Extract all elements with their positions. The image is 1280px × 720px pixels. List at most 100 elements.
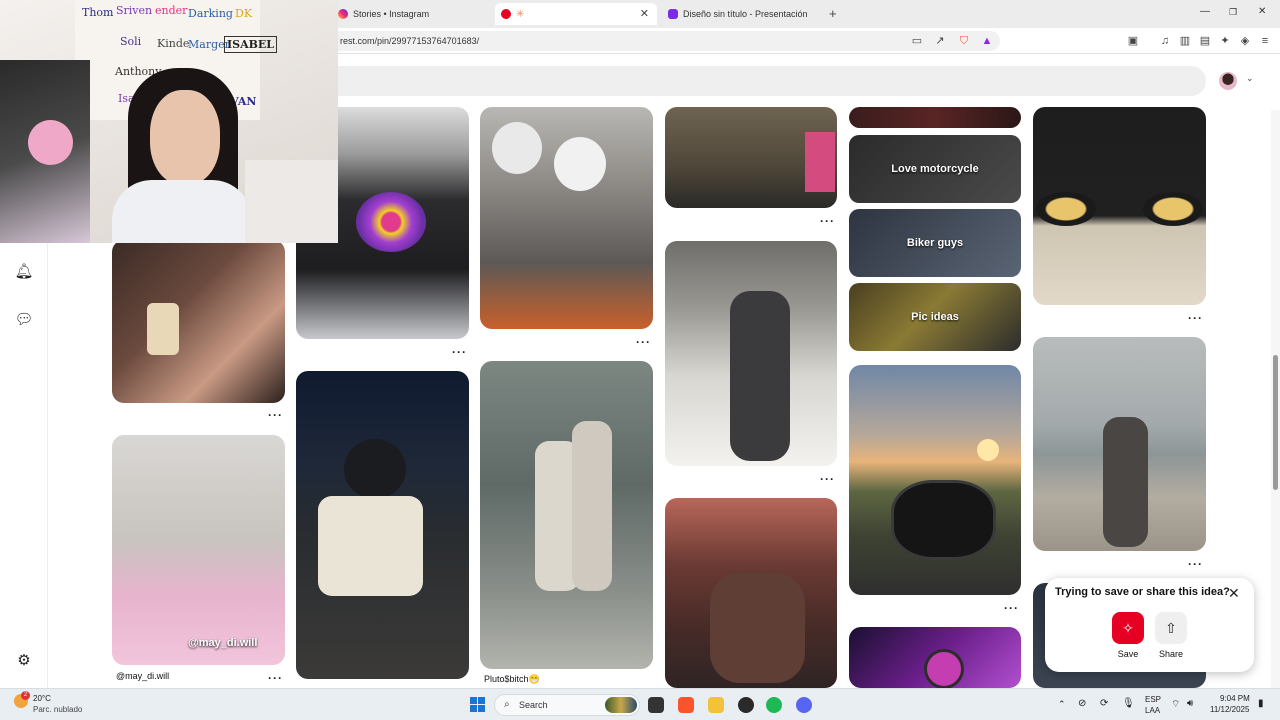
pin-snow-couple[interactable] xyxy=(665,241,837,466)
discord-icon[interactable] xyxy=(796,697,812,713)
close-icon[interactable]: ✕ xyxy=(1228,585,1240,602)
pin-helmet-selfie[interactable] xyxy=(480,107,653,329)
pin-more-button[interactable]: ··· xyxy=(1188,557,1203,571)
bed-shape xyxy=(245,160,338,243)
reader-mode-icon[interactable]: ▣ xyxy=(1126,34,1140,48)
pin-more-button[interactable]: ··· xyxy=(1188,311,1203,325)
close-tab-icon[interactable]: ✕ xyxy=(640,7,649,20)
messages-icon[interactable]: 💬︎ xyxy=(14,310,34,330)
weather-desc[interactable]: Parc. nublado xyxy=(33,705,82,714)
leo-ai-icon[interactable]: ✦ xyxy=(1218,34,1232,48)
wall-name: Thom xyxy=(82,6,114,19)
pin-icon: ✧ xyxy=(1122,619,1134,636)
wall-name: Sriven xyxy=(116,4,153,17)
notification-center-icon[interactable]: ▮ xyxy=(1258,698,1264,709)
pin-more-button[interactable]: ··· xyxy=(1004,601,1019,615)
media-icon[interactable]: ♫ xyxy=(1158,34,1172,48)
shirt-shape xyxy=(112,180,252,243)
url-text: rest.com/pin/299771537647016​83/ xyxy=(340,36,480,46)
avatar[interactable] xyxy=(1219,72,1237,90)
network-off-icon[interactable]: ⊘ xyxy=(1078,698,1086,709)
pin-overlay-text: @may_di.will xyxy=(188,637,258,649)
tray-overflow-icon[interactable]: ⌃ xyxy=(1058,699,1066,710)
pin-caption: @may_di.will xyxy=(116,671,170,681)
pin-pink-pajamas[interactable]: @may_di.will xyxy=(112,435,285,665)
clock-date[interactable]: 11/12/2025 xyxy=(1210,705,1249,714)
search-highlight-icon xyxy=(605,697,637,713)
brave-icon[interactable] xyxy=(678,697,694,713)
helmet-shape xyxy=(344,439,406,499)
pin-couple-mirror[interactable] xyxy=(112,240,285,403)
tab-presentacion[interactable]: Diseño sin título - Presentación xyxy=(662,3,822,25)
scrollbar-thumb[interactable] xyxy=(1273,355,1278,490)
pin-couple-mirror-dress[interactable] xyxy=(480,361,653,669)
language-bottom[interactable]: LAA xyxy=(1145,706,1160,715)
pin-neon-helmet[interactable] xyxy=(849,627,1021,688)
minimize-button[interactable]: — xyxy=(1200,6,1210,17)
board-love-motorcycle[interactable]: Love motorcycle xyxy=(849,135,1021,203)
settings-icon[interactable]: ⚙ xyxy=(14,651,34,671)
brave-rewards-icon[interactable]: ▲ xyxy=(980,34,994,48)
wall-name: ISABEL xyxy=(224,36,278,53)
pin-guy-bowls[interactable] xyxy=(1033,107,1206,305)
brave-shield-icon[interactable]: ⛉ xyxy=(957,34,971,48)
obs-icon[interactable] xyxy=(738,697,754,713)
task-view-icon[interactable] xyxy=(648,697,664,713)
volume-icon[interactable]: 🔊︎ xyxy=(1187,698,1193,709)
board-biker-guys[interactable]: Biker guys xyxy=(849,209,1021,277)
share-button[interactable]: ⇧ xyxy=(1155,612,1187,644)
search-input[interactable] xyxy=(300,66,1206,96)
pin-more-button[interactable]: ··· xyxy=(452,345,467,359)
save-share-popup: Trying to save or share this idea? ✕ ✧ ⇧… xyxy=(1045,578,1254,672)
taskbar-search[interactable]: ⌕ Search xyxy=(494,694,640,716)
pin-mavi-helmet[interactable] xyxy=(296,371,469,679)
scrollbar[interactable] xyxy=(1271,110,1280,688)
tab-title: Stories • Instagram xyxy=(353,9,430,19)
board-pic-ideas[interactable]: Pic ideas xyxy=(849,283,1021,351)
search-label: Search xyxy=(519,700,548,710)
spotify-icon[interactable] xyxy=(766,697,782,713)
language-top[interactable]: ESP xyxy=(1145,695,1161,704)
pin-sunset-mirror[interactable] xyxy=(849,365,1021,595)
pin-caption: Pluto$bitch😁 xyxy=(484,674,540,684)
sync-icon[interactable]: ⟳ xyxy=(1100,698,1108,709)
board-label: Pic ideas xyxy=(911,311,959,323)
cast-icon[interactable]: ▭ xyxy=(910,34,924,48)
wallet-icon[interactable]: ▤ xyxy=(1198,34,1212,48)
pin-couple-street[interactable] xyxy=(665,107,837,208)
pin-motorcycle-top[interactable] xyxy=(849,107,1021,128)
pin-more-button[interactable]: ··· xyxy=(636,335,651,349)
tab-pinterest[interactable]: ✳ ✕ xyxy=(495,3,657,25)
sidebar-icon[interactable]: ▥ xyxy=(1178,34,1192,48)
tab-instagram[interactable]: Stories • Instagram xyxy=(332,3,487,25)
pin-couple-kiss[interactable] xyxy=(665,498,837,688)
pin-more-button[interactable]: ··· xyxy=(268,671,283,685)
windows-start-icon[interactable] xyxy=(470,697,485,712)
clock-time[interactable]: 9:04 PM xyxy=(1220,694,1250,703)
file-explorer-icon[interactable] xyxy=(708,697,724,713)
popup-title: Trying to save or share this idea? xyxy=(1055,586,1230,598)
weather-temp[interactable]: 20°C xyxy=(33,694,51,703)
wifi-icon[interactable]: ⌔ xyxy=(1171,698,1180,711)
menu-icon[interactable]: ≡ xyxy=(1258,34,1272,48)
bowl-shape xyxy=(1036,192,1096,226)
url-field[interactable]: rest.com/pin/299771537647016​83/ xyxy=(300,31,1000,51)
weather-badge: 2 xyxy=(21,691,30,700)
save-button[interactable]: ✧ xyxy=(1112,612,1144,644)
pin-more-button[interactable]: ··· xyxy=(820,472,835,486)
chevron-down-icon[interactable]: ⌄ xyxy=(1246,73,1254,84)
vpn-icon[interactable]: ◈ xyxy=(1238,34,1252,48)
new-tab-button[interactable]: + xyxy=(829,6,837,21)
pin-more-button[interactable]: ··· xyxy=(268,408,283,422)
microphone-icon[interactable]: 🎙︎ xyxy=(1122,698,1135,709)
pin-beach-couple[interactable] xyxy=(1033,337,1206,551)
notifications-icon[interactable]: 🔔︎ xyxy=(14,262,34,282)
share-page-icon[interactable]: ↗ xyxy=(933,34,947,48)
couple-shape xyxy=(1103,417,1148,547)
search-icon: ⌕ xyxy=(504,699,510,710)
pin-more-button[interactable]: ··· xyxy=(820,214,835,228)
restore-button[interactable]: ❐ xyxy=(1229,7,1237,18)
helmet-shape xyxy=(924,649,964,688)
flower-bouquet-shape xyxy=(356,192,426,252)
close-window-button[interactable]: ✕ xyxy=(1258,6,1266,17)
